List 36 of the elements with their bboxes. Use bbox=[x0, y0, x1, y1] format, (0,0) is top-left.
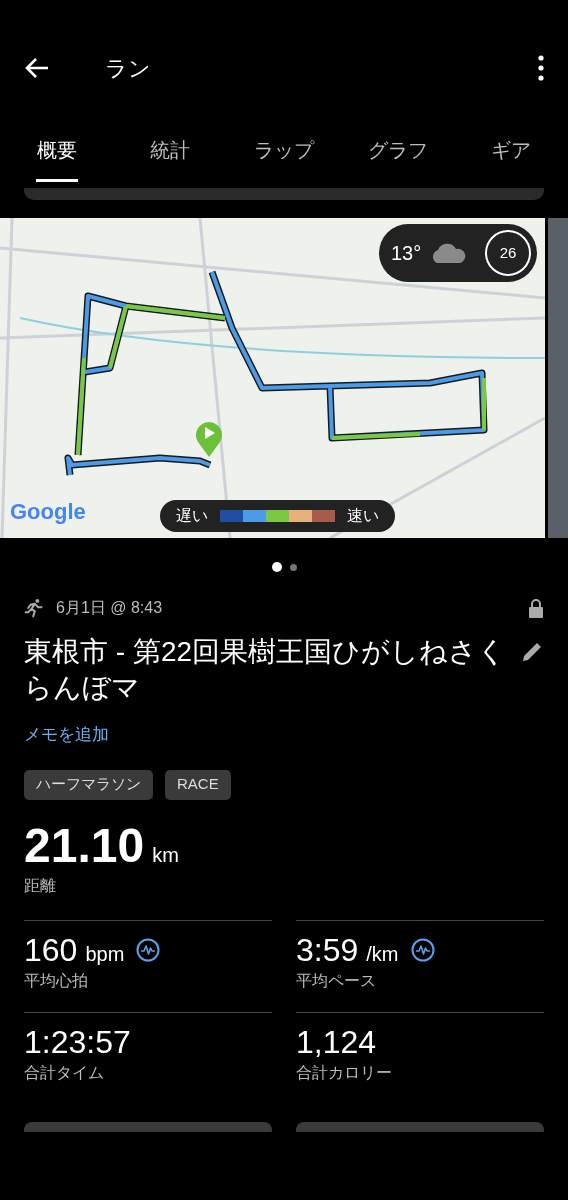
stat-value: 3:59 bbox=[296, 930, 359, 969]
heart-rate-icon[interactable] bbox=[136, 937, 161, 962]
stat-unit: /km bbox=[366, 941, 399, 967]
back-arrow-icon[interactable] bbox=[24, 56, 50, 80]
tag-chip: RACE bbox=[165, 769, 231, 800]
stat-unit: bpm bbox=[85, 941, 125, 967]
tab[interactable]: ラップ bbox=[227, 110, 341, 188]
stat-value: 160 bbox=[24, 930, 78, 969]
stat-label: 平均ペース bbox=[296, 970, 377, 991]
add-note-link[interactable]: メモを追加 bbox=[24, 722, 109, 748]
wind-dial: 26 bbox=[485, 230, 531, 276]
activity-date: 6月1日 @ 8:43 bbox=[56, 598, 164, 618]
stat-label: 合計カロリー bbox=[296, 1062, 393, 1083]
stat-label: 平均心拍 bbox=[24, 970, 89, 991]
stat-label: 合計タイム bbox=[24, 1062, 105, 1083]
distance-unit: km bbox=[152, 842, 179, 868]
stat-value: 1,124 bbox=[296, 1022, 377, 1061]
tab[interactable]: 概要 bbox=[0, 110, 114, 188]
tab[interactable]: 統計 bbox=[113, 110, 228, 188]
tag-chip: ハーフマラソン bbox=[24, 769, 153, 800]
tab[interactable]: グラフ bbox=[340, 110, 455, 188]
header-title: ラン bbox=[105, 54, 152, 83]
distance-value: 21.10 bbox=[24, 817, 145, 874]
temperature-text: 13° bbox=[391, 241, 422, 266]
lock-icon bbox=[528, 598, 544, 618]
more-menu-icon[interactable] bbox=[538, 55, 544, 81]
heart-rate-icon[interactable] bbox=[410, 937, 435, 962]
legend-label: 遅い bbox=[176, 506, 208, 526]
stat-value: 1:23:57 bbox=[24, 1022, 131, 1061]
edit-pencil-icon[interactable] bbox=[520, 640, 544, 664]
activity-title: 東根市 - 第22回果樹王国ひがしねさくらんぼマ bbox=[24, 635, 508, 705]
running-icon bbox=[24, 598, 44, 618]
distance-label: 距離 bbox=[24, 875, 56, 896]
tab[interactable]: ギア bbox=[454, 110, 568, 188]
legend-label: 速い bbox=[347, 506, 379, 526]
google-logo: Google bbox=[10, 498, 86, 526]
